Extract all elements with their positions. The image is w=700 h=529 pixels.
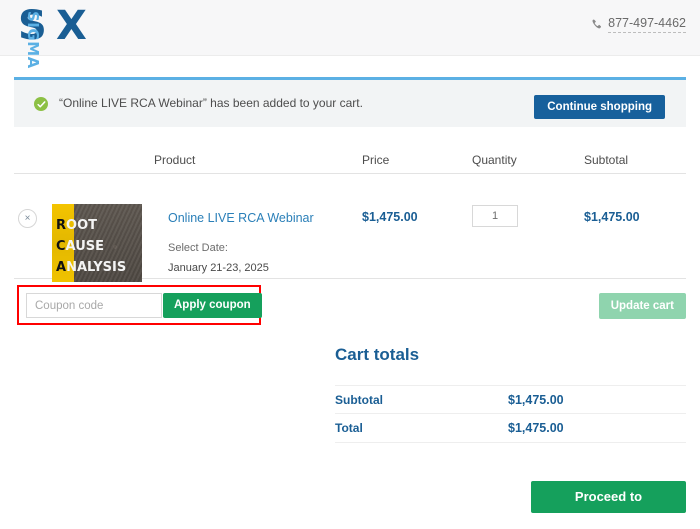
check-circle-icon (34, 97, 48, 111)
thumbnail-line-1: ROOT (56, 219, 97, 232)
cart-table: Product Price Quantity Subtotal × ROOT C… (14, 148, 686, 282)
totals-row-subtotal: Subtotal $1,475.00 (335, 385, 686, 414)
thumbnail-line-2: CAUSE (56, 240, 104, 253)
quantity-input[interactable] (472, 205, 518, 227)
site-header: S SIGMA X 877-497-4462 (0, 0, 700, 69)
phone-number[interactable]: 877-497-4462 (608, 16, 686, 33)
phone-icon (591, 19, 602, 30)
product-meta-value: January 21-23, 2025 (168, 262, 269, 274)
coupon-area: Apply coupon Update cart (14, 283, 686, 329)
apply-coupon-button[interactable]: Apply coupon (163, 293, 262, 318)
thumbnail-line-3-rest: NALYSIS (66, 260, 127, 275)
totals-value-subtotal: $1,475.00 (508, 393, 564, 407)
thumbnail-line-2-cap: C (56, 239, 66, 254)
product-name-link[interactable]: Online LIVE RCA Webinar (168, 211, 314, 225)
site-logo[interactable]: S SIGMA X (18, 3, 98, 69)
logo-letter-x: X (56, 3, 87, 49)
logo-word-sigma: SIGMA (24, 11, 42, 69)
thumbnail-line-2-rest: AUSE (65, 239, 105, 254)
column-header-price: Price (362, 153, 390, 167)
cart-notice: “Online LIVE RCA Webinar” has been added… (14, 77, 686, 127)
cart-notice-message: “Online LIVE RCA Webinar” has been added… (59, 96, 363, 110)
update-cart-button[interactable]: Update cart (598, 293, 686, 319)
table-row: × ROOT CAUSE ANALYSIS Online LIVE RCA We… (14, 174, 686, 282)
thumbnail-line-1-rest: OOT (66, 218, 97, 233)
column-header-subtotal: Subtotal (584, 153, 629, 167)
totals-row-total: Total $1,475.00 (335, 414, 686, 443)
remove-item-button[interactable]: × (18, 209, 37, 228)
thumbnail-line-3-cap: A (56, 260, 67, 275)
column-header-quantity: Quantity (472, 153, 517, 167)
column-header-product: Product (154, 153, 196, 167)
totals-label-total: Total (335, 421, 363, 435)
product-thumbnail[interactable]: ROOT CAUSE ANALYSIS (52, 204, 142, 282)
totals-label-subtotal: Subtotal (335, 393, 383, 407)
cart-totals: Cart totals Subtotal $1,475.00 Total $1,… (335, 345, 686, 529)
product-subtotal: $1,475.00 (584, 210, 640, 224)
thumbnail-line-1-cap: R (56, 218, 67, 233)
cart-table-header: Product Price Quantity Subtotal (14, 148, 686, 174)
thumbnail-line-3: ANALYSIS (56, 261, 126, 274)
thumbnail-text: ROOT CAUSE ANALYSIS (52, 204, 142, 282)
proceed-to-checkout-button[interactable]: Proceed to checkout (531, 481, 686, 529)
cart-totals-title: Cart totals (335, 345, 420, 364)
coupon-input[interactable] (26, 293, 162, 318)
cart-page: S SIGMA X 877-497-4462 “Online LIVE RCA … (0, 0, 700, 529)
product-meta-label: Select Date: (168, 242, 228, 254)
totals-value-total: $1,475.00 (508, 421, 564, 435)
continue-shopping-button[interactable]: Continue shopping (534, 95, 665, 119)
header-phone[interactable]: 877-497-4462 (591, 16, 686, 33)
product-price: $1,475.00 (362, 210, 418, 224)
